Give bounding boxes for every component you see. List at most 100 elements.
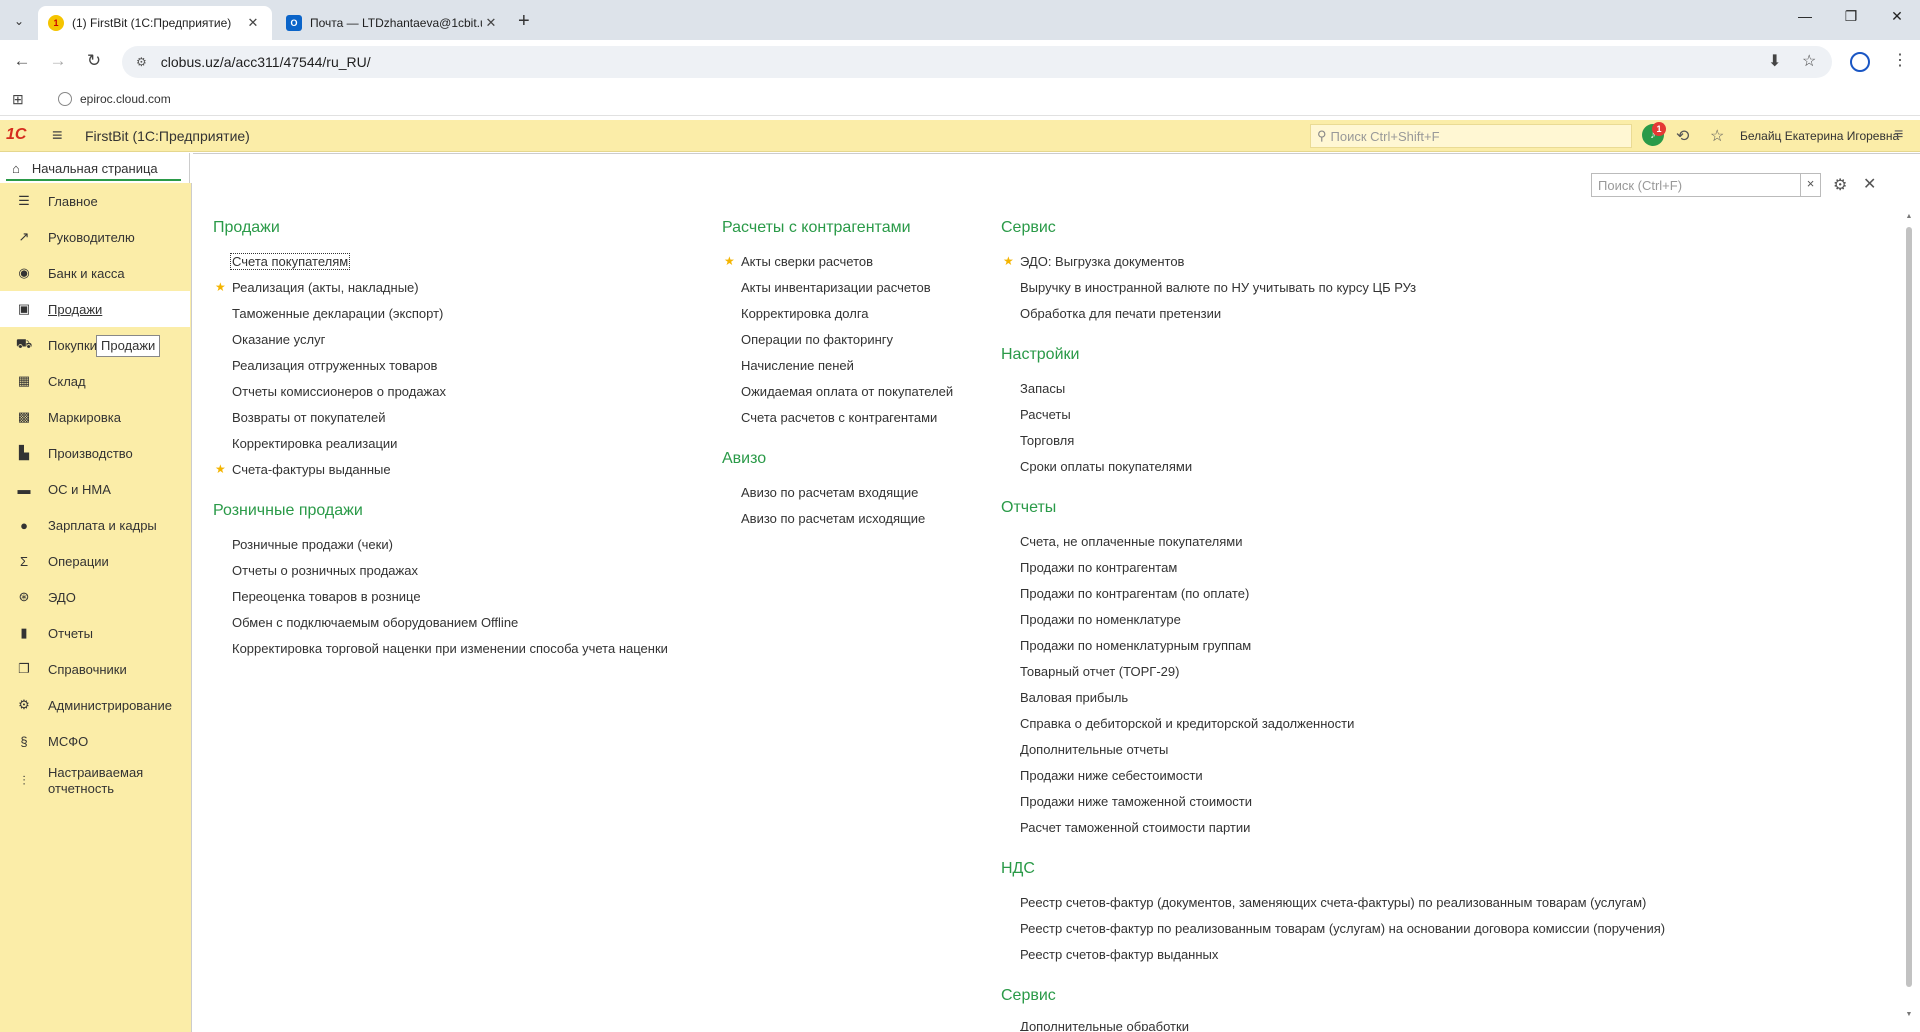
close-tab-icon[interactable]: ✕ bbox=[482, 15, 500, 31]
sidebar-item-bank[interactable]: ◉ Банк и касса bbox=[0, 255, 190, 291]
browser-menu-icon[interactable]: ⋮ bbox=[1892, 50, 1908, 70]
link-vat-register-commission[interactable]: Реестр счетов-фактур по реализованным то… bbox=[1020, 921, 1665, 936]
home-page-tab[interactable]: ⌂ Начальная страница bbox=[0, 153, 190, 183]
link-foreign-currency-revenue[interactable]: Выручку в иностранной валюте по НУ учиты… bbox=[1020, 280, 1416, 295]
sidebar-item-manager[interactable]: ↗ Руководителю bbox=[0, 219, 190, 255]
new-tab-icon[interactable]: + bbox=[518, 10, 530, 33]
link-report-customs-batch[interactable]: Расчет таможенной стоимости партии bbox=[1020, 820, 1250, 835]
favorite-star-icon[interactable]: ★ bbox=[215, 462, 226, 476]
close-tab-icon[interactable]: ✕ bbox=[244, 15, 262, 31]
link-report-below-cost[interactable]: Продажи ниже себестоимости bbox=[1020, 768, 1203, 783]
sidebar-item-warehouse[interactable]: ▦ Склад bbox=[0, 363, 190, 399]
link-commission-reports[interactable]: Отчеты комиссионеров о продажах bbox=[232, 384, 446, 399]
link-vat-register-issued[interactable]: Реестр счетов-фактур выданных bbox=[1020, 947, 1218, 962]
link-shipped-goods[interactable]: Реализация отгруженных товаров bbox=[232, 358, 437, 373]
link-realization-adjustment[interactable]: Корректировка реализации bbox=[232, 436, 397, 451]
forward-icon[interactable]: → bbox=[46, 51, 70, 71]
settings-menu-icon[interactable]: ≡ bbox=[1894, 126, 1903, 144]
gear-icon[interactable]: ⚙ bbox=[1833, 175, 1847, 195]
link-claim-printing[interactable]: Обработка для печати претензии bbox=[1020, 306, 1221, 321]
link-expected-payment[interactable]: Ожидаемая оплата от покупателей bbox=[741, 384, 953, 399]
link-aviso-outgoing[interactable]: Авизо по расчетам исходящие bbox=[741, 511, 925, 526]
browser-tab-mail[interactable]: O Почта — LTDzhantaeva@1cbit.uz ✕ bbox=[276, 6, 510, 40]
sidebar-item-marking[interactable]: ▩ Маркировка bbox=[0, 399, 190, 435]
panel-scrollbar[interactable]: ▲ ▼ bbox=[1905, 213, 1913, 1023]
link-settings-payment-terms[interactable]: Сроки оплаты покупателями bbox=[1020, 459, 1192, 474]
bookmark-star-icon[interactable]: ☆ bbox=[1802, 51, 1816, 71]
favorites-star-icon[interactable]: ☆ bbox=[1710, 126, 1724, 146]
link-report-unpaid-invoices[interactable]: Счета, не оплаченные покупателями bbox=[1020, 534, 1242, 549]
sidebar-item-custom-reports[interactable]: ⫶ Настраиваемая отчетность bbox=[0, 761, 190, 801]
close-icon[interactable]: ✕ bbox=[1863, 174, 1876, 194]
link-report-sales-by-payment[interactable]: Продажи по контрагентам (по оплате) bbox=[1020, 586, 1249, 601]
link-realization[interactable]: Реализация (акты, накладные) bbox=[232, 280, 419, 295]
sidebar-item-production[interactable]: ▙ Производство bbox=[0, 435, 190, 471]
link-settings-trade[interactable]: Торговля bbox=[1020, 433, 1074, 448]
link-vat-register-sold[interactable]: Реестр счетов-фактур (документов, заменя… bbox=[1020, 895, 1646, 910]
close-window-icon[interactable]: ✕ bbox=[1874, 8, 1920, 25]
scroll-down-icon[interactable]: ▼ bbox=[1905, 1011, 1913, 1018]
sidebar-item-operations[interactable]: Σ Операции bbox=[0, 543, 190, 579]
link-report-torg29[interactable]: Товарный отчет (ТОРГ-29) bbox=[1020, 664, 1179, 679]
link-reconciliation-acts[interactable]: Акты сверки расчетов bbox=[741, 254, 873, 269]
sidebar-item-reports[interactable]: ▮ Отчеты bbox=[0, 615, 190, 651]
panel-search-input[interactable]: Поиск (Ctrl+F) × bbox=[1591, 173, 1821, 197]
reload-icon[interactable]: ↻ bbox=[82, 51, 106, 71]
back-icon[interactable]: ← bbox=[10, 51, 34, 71]
link-report-receivables[interactable]: Справка о дебиторской и кредиторской зад… bbox=[1020, 716, 1354, 731]
sidebar-item-admin[interactable]: ⚙ Администрирование bbox=[0, 687, 190, 723]
link-aviso-incoming[interactable]: Авизо по расчетам входящие bbox=[741, 485, 918, 500]
link-settings-settlements[interactable]: Расчеты bbox=[1020, 407, 1071, 422]
link-customs-declarations[interactable]: Таможенные декларации (экспорт) bbox=[232, 306, 443, 321]
scroll-thumb[interactable] bbox=[1906, 227, 1912, 987]
link-edo-export[interactable]: ЭДО: Выгрузка документов bbox=[1020, 254, 1184, 269]
link-report-below-customs[interactable]: Продажи ниже таможенной стоимости bbox=[1020, 794, 1252, 809]
link-markup-adjustment[interactable]: Корректировка торговой наценки при измен… bbox=[232, 641, 668, 656]
link-retail-receipts[interactable]: Розничные продажи (чеки) bbox=[232, 537, 393, 552]
scroll-up-icon[interactable]: ▲ bbox=[1905, 213, 1913, 220]
restore-icon[interactable]: ❐ bbox=[1828, 8, 1874, 25]
link-services[interactable]: Оказание услуг bbox=[232, 332, 325, 347]
favorite-star-icon[interactable]: ★ bbox=[215, 280, 226, 294]
link-settlement-accounts[interactable]: Счета расчетов с контрагентами bbox=[741, 410, 937, 425]
link-offline-exchange[interactable]: Обмен с подключаемым оборудованием Offli… bbox=[232, 615, 518, 630]
favorite-star-icon[interactable]: ★ bbox=[1003, 254, 1014, 268]
sidebar-item-sales[interactable]: ▣ Продажи bbox=[0, 291, 190, 327]
link-inventory-acts[interactable]: Акты инвентаризации расчетов bbox=[741, 280, 931, 295]
tab-search-chevron-icon[interactable]: ⌄ bbox=[6, 8, 32, 34]
link-report-additional[interactable]: Дополнительные отчеты bbox=[1020, 742, 1168, 757]
link-report-sales-by-item[interactable]: Продажи по номенклатуре bbox=[1020, 612, 1181, 627]
user-name[interactable]: Белайц Екатерина Игоревна bbox=[1740, 129, 1899, 143]
install-app-icon[interactable]: ⬇ bbox=[1768, 51, 1781, 71]
sidebar-item-assets[interactable]: ▬ ОС и НМА bbox=[0, 471, 190, 507]
link-retail-revaluation[interactable]: Переоценка товаров в рознице bbox=[232, 589, 421, 604]
link-report-sales-by-group[interactable]: Продажи по номенклатурным группам bbox=[1020, 638, 1251, 653]
link-additional-processing[interactable]: Дополнительные обработки bbox=[1020, 1019, 1189, 1031]
link-factoring[interactable]: Операции по факторингу bbox=[741, 332, 893, 347]
sidebar-item-main[interactable]: ☰ Главное bbox=[0, 183, 190, 219]
sidebar-item-edo[interactable]: ⊛ ЭДО bbox=[0, 579, 190, 615]
site-info-icon[interactable]: ⚙ bbox=[136, 55, 147, 69]
sidebar-item-msfo[interactable]: § МСФО bbox=[0, 723, 190, 759]
history-icon[interactable]: ⟲ bbox=[1676, 126, 1689, 146]
link-report-gross-profit[interactable]: Валовая прибыль bbox=[1020, 690, 1128, 705]
bookmark-epiroc[interactable]: epiroc.cloud.com bbox=[58, 92, 171, 106]
minimize-icon[interactable]: — bbox=[1782, 8, 1828, 24]
link-issued-invoices[interactable]: Счета-фактуры выданные bbox=[232, 462, 391, 477]
link-debt-adjustment[interactable]: Корректировка долга bbox=[741, 306, 869, 321]
link-customer-returns[interactable]: Возвраты от покупателей bbox=[232, 410, 386, 425]
browser-tab-firstbit[interactable]: 1 (1) FirstBit (1С:Предприятие) ✕ bbox=[38, 6, 272, 40]
url-input[interactable]: ⚙ clobus.uz/a/acc311/47544/ru_RU/ bbox=[122, 46, 1832, 78]
profile-avatar-icon[interactable] bbox=[1850, 52, 1870, 72]
sidebar-item-purchases[interactable]: ⛟ Покупки bbox=[0, 327, 190, 363]
link-settings-stock[interactable]: Запасы bbox=[1020, 381, 1065, 396]
link-invoices-to-customers[interactable]: Счета покупателям bbox=[229, 253, 351, 270]
link-penalties[interactable]: Начисление пеней bbox=[741, 358, 854, 373]
clear-search-icon[interactable]: × bbox=[1800, 174, 1820, 196]
main-menu-icon[interactable]: ≡ bbox=[52, 125, 63, 146]
apps-grid-icon[interactable]: ⊞ bbox=[12, 91, 24, 108]
sidebar-item-salary[interactable]: ● Зарплата и кадры bbox=[0, 507, 190, 543]
favorite-star-icon[interactable]: ★ bbox=[724, 254, 735, 268]
sidebar-item-catalogs[interactable]: ❐ Справочники bbox=[0, 651, 190, 687]
link-retail-reports[interactable]: Отчеты о розничных продажах bbox=[232, 563, 418, 578]
